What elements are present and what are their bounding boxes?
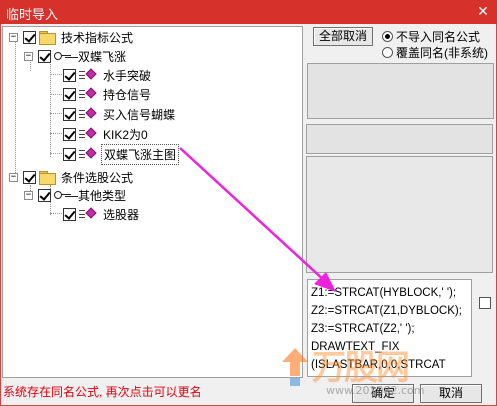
formula-icon <box>79 127 97 140</box>
ok-button[interactable]: 确定 <box>352 384 414 403</box>
tree-node-formula[interactable]: 水手突破 <box>63 66 153 84</box>
node-checkbox[interactable] <box>38 49 51 63</box>
cancel-button[interactable]: 取消 <box>420 384 482 403</box>
close-icon[interactable]: ✕ <box>475 3 491 19</box>
collapse-icon[interactable]: − <box>9 172 18 182</box>
radio-overwrite[interactable]: 覆盖同名(非系统) <box>382 44 488 61</box>
tree-connector <box>15 41 16 181</box>
node-checkbox[interactable] <box>63 207 76 221</box>
tree-node-tech-indicators[interactable]: − 技术指标公式 <box>9 28 135 46</box>
node-label: 双蝶飞涨 <box>78 49 127 64</box>
key-icon <box>54 51 72 61</box>
tree-connector <box>50 153 64 154</box>
collapse-icon[interactable]: − <box>9 32 18 42</box>
title-bar: 临时导入 ✕ <box>0 0 497 24</box>
formula-icon <box>79 87 97 100</box>
formula-icon <box>79 68 97 81</box>
formula-tree[interactable]: − 技术指标公式 − 双蝶飞涨 水手突破 持仓信号 买入信号蝴蝶 KIK2为0 … <box>2 26 303 378</box>
radio-no-import[interactable]: 不导入同名公式 <box>382 28 480 45</box>
node-label: 水手突破 <box>103 68 152 83</box>
node-checkbox[interactable] <box>63 127 76 141</box>
tree-node-formula[interactable]: 持仓信号 <box>63 85 153 103</box>
radio-label: 覆盖同名(非系统) <box>396 46 488 60</box>
tree-connector <box>50 133 64 134</box>
node-checkbox[interactable] <box>23 170 36 184</box>
tree-node-stock-selection[interactable]: − 条件选股公式 <box>9 168 135 186</box>
tree-node-formula[interactable]: KIK2为0 <box>63 125 150 143</box>
node-label: 双蝶飞涨主图 <box>101 143 180 165</box>
code-line: DRAWTEXT_FIX <box>311 341 400 353</box>
info-panel-top <box>307 63 494 119</box>
node-label: 选股器 <box>103 207 140 222</box>
folder-icon <box>39 31 56 45</box>
info-panel-middle <box>306 124 493 154</box>
folder-icon <box>39 171 56 185</box>
tree-node-formula[interactable]: 选股器 <box>63 205 141 223</box>
collapse-icon[interactable]: − <box>24 51 33 61</box>
tree-node-group[interactable]: − 双蝶飞涨 <box>24 47 128 65</box>
node-checkbox[interactable] <box>63 87 76 101</box>
formula-icon <box>79 147 97 160</box>
formula-code-view[interactable]: Z1:=STRCAT(HYBLOCK,' '); Z2:=STRCAT(Z1,D… <box>307 279 472 377</box>
radio-button[interactable] <box>382 47 393 58</box>
node-label: 买入信号蝴蝶 <box>103 107 176 122</box>
formula-icon <box>79 207 97 220</box>
code-line: Z2:=STRCAT(Z1,DYBLOCK); <box>311 305 462 317</box>
node-checkbox[interactable] <box>38 188 51 202</box>
description-panel <box>306 156 493 273</box>
radio-button[interactable] <box>382 31 393 42</box>
tree-node-formula[interactable]: 买入信号蝴蝶 <box>63 105 177 123</box>
tree-connector <box>50 113 64 114</box>
node-label: KIK2为0 <box>103 127 148 142</box>
tree-node-formula-selected[interactable]: 双蝶飞涨主图 <box>63 143 180 165</box>
node-label: 持仓信号 <box>103 87 152 102</box>
formula-icon <box>79 107 97 120</box>
node-label: 技术指标公式 <box>61 30 134 45</box>
node-label: 条件选股公式 <box>61 170 134 185</box>
option-checkbox[interactable] <box>479 297 491 309</box>
node-label: 其他类型 <box>78 188 127 203</box>
code-line: Z1:=STRCAT(HYBLOCK,' '); <box>311 287 457 299</box>
node-checkbox[interactable] <box>63 107 76 121</box>
window-title: 临时导入 <box>6 7 59 22</box>
tree-connector <box>50 213 64 214</box>
tree-connector <box>50 94 64 95</box>
tree-connector <box>50 74 64 75</box>
radio-label: 不导入同名公式 <box>396 30 481 44</box>
node-checkbox[interactable] <box>63 147 76 161</box>
node-checkbox[interactable] <box>63 68 76 82</box>
key-icon <box>54 190 72 200</box>
tree-node-group[interactable]: − 其他类型 <box>24 186 128 204</box>
collapse-icon[interactable]: − <box>24 190 33 200</box>
code-line: (ISLASTBAR,0,0,STRCAT <box>311 359 446 371</box>
status-message: 系统存在同名公式, 再次点击可以更名 <box>3 385 202 399</box>
code-line: Z3:=STRCAT(Z2,' '); <box>311 323 415 335</box>
node-checkbox[interactable] <box>23 30 36 44</box>
cancel-all-button[interactable]: 全部取消 <box>313 27 373 46</box>
